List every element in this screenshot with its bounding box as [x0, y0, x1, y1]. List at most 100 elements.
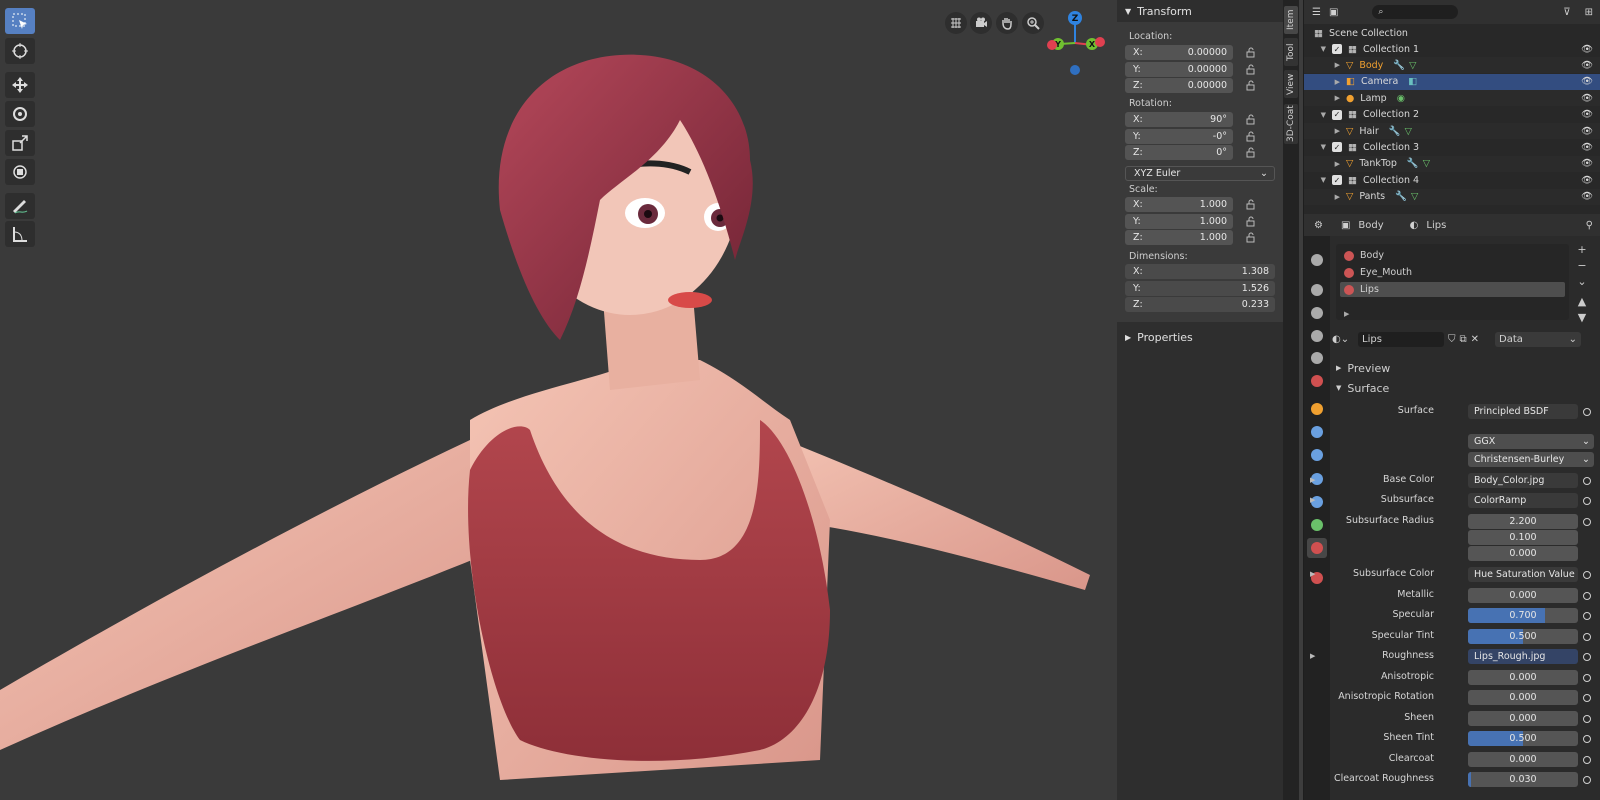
select-box-tool[interactable] [5, 8, 35, 34]
outliner-row[interactable]: ▶ ◧ Camera ◧ 👁 [1304, 73, 1600, 90]
particles-tab[interactable] [1307, 445, 1327, 465]
scale-field[interactable]: Z: 1.000 [1125, 230, 1233, 245]
mesh-data-icon[interactable]: ▽ [1409, 60, 1416, 71]
socket-icon[interactable] [1583, 735, 1591, 743]
transform-panel-header[interactable]: ▼ Transform [1117, 0, 1283, 22]
navigation-gizmo[interactable]: Z X Y [1040, 8, 1110, 78]
location-field[interactable]: Z: 0.00000 [1125, 78, 1233, 93]
material-slot-list[interactable]: Body Eye_Mouth Lips ▶ [1336, 244, 1569, 320]
outliner-row[interactable]: ▼ ✓ ▦ Collection 3 👁 [1304, 139, 1600, 155]
modifier-icon[interactable]: 🔧 [1407, 158, 1419, 169]
add-slot-button[interactable]: + [1575, 242, 1589, 258]
scene-tab[interactable] [1307, 348, 1327, 368]
dimensions-field[interactable]: X: 1.308 [1125, 264, 1275, 279]
tab-item[interactable]: Item [1284, 6, 1298, 34]
lock-icon[interactable] [1245, 64, 1256, 75]
outliner[interactable]: ☰ ▣ ⌕ ⊽ ⊞ ▦ Scene Collection ▼ ✓ ▦ Collectio… [1303, 0, 1600, 214]
checkbox-icon[interactable]: ✓ [1332, 44, 1342, 54]
view-layer-tab[interactable] [1307, 326, 1327, 346]
socket-icon[interactable] [1583, 633, 1591, 641]
fake-user-icon[interactable]: ⛉ [1448, 334, 1456, 345]
remove-slot-button[interactable]: − [1575, 258, 1589, 274]
rotation-mode-select[interactable]: XYZ Euler ⌄ [1125, 166, 1275, 181]
mesh-data-icon[interactable]: ▽ [1411, 191, 1418, 202]
eye-icon[interactable]: 👁 [1581, 126, 1593, 137]
expand-arrow-icon[interactable]: ▶ [1304, 61, 1340, 69]
move-slot-up-button[interactable]: ▲ [1575, 294, 1589, 310]
input-field[interactable]: Lips_Rough.jpg [1468, 649, 1578, 664]
input-field[interactable]: 0.000 [1468, 588, 1578, 603]
cursor-tool[interactable] [5, 38, 35, 64]
checkbox-icon[interactable]: ✓ [1332, 175, 1342, 186]
modifier-icon[interactable]: 🔧 [1389, 126, 1401, 137]
editor-type-icon[interactable]: ⚙ [1314, 220, 1323, 231]
camera-data-icon[interactable]: ◧ [1408, 76, 1417, 87]
rotation-field[interactable]: Y: -0° [1125, 128, 1233, 144]
expand-arrow-icon[interactable]: ▶ [1304, 127, 1340, 135]
input-field[interactable]: 0.000 [1468, 752, 1578, 767]
pin-icon[interactable]: ⚲ [1586, 220, 1593, 231]
socket-icon[interactable] [1583, 674, 1591, 682]
input-field[interactable]: 0.000 [1468, 711, 1578, 726]
modifier-icon[interactable]: 🔧 [1395, 191, 1407, 202]
move-tool[interactable] [5, 72, 35, 98]
subsurface-method-select[interactable]: Christensen-Burley ⌄ [1468, 452, 1594, 467]
socket-icon[interactable] [1583, 776, 1591, 784]
collapse-arrow-icon[interactable]: ▼ [1304, 176, 1326, 184]
display-mode-icon[interactable]: ☰ [1312, 7, 1321, 18]
expand-arrow-icon[interactable]: ▶ [1304, 160, 1340, 168]
expand-arrow-icon[interactable]: ▶ [1310, 570, 1315, 578]
preview-panel-header[interactable]: ▶ Preview [1330, 360, 1600, 376]
material-browse-icon[interactable]: ◐⌄ [1332, 334, 1354, 345]
collapse-arrow-icon[interactable]: ▼ [1304, 143, 1326, 151]
outliner-row[interactable]: ▼ ✓ ▦ Collection 1 👁 [1304, 41, 1600, 57]
lock-icon[interactable] [1245, 232, 1256, 243]
socket-icon[interactable] [1583, 518, 1591, 526]
input-field[interactable]: 0.000 [1468, 670, 1578, 685]
expand-arrow-icon[interactable]: ▶ [1304, 94, 1340, 102]
lock-icon[interactable] [1245, 80, 1256, 91]
checkbox-icon[interactable]: ✓ [1332, 109, 1342, 120]
input-field[interactable]: Body_Color.jpg [1468, 473, 1578, 488]
input-field[interactable]: 0.100 [1468, 530, 1578, 545]
data-tab[interactable] [1307, 515, 1327, 535]
socket-icon[interactable] [1583, 756, 1591, 764]
tab-3d-coat[interactable]: 3D-Coat [1284, 104, 1298, 144]
socket-icon[interactable] [1583, 715, 1591, 723]
eye-icon[interactable]: 👁 [1581, 109, 1593, 120]
lock-icon[interactable] [1245, 147, 1256, 158]
filter-view-icon[interactable]: ▣ [1329, 7, 1338, 18]
input-field[interactable]: 0.700 [1468, 608, 1578, 623]
light-data-icon[interactable]: ◉ [1397, 93, 1405, 104]
eye-icon[interactable]: 👁 [1581, 60, 1593, 71]
object-tab[interactable] [1307, 399, 1327, 419]
outliner-row[interactable]: ▼ ✓ ▦ Collection 4 👁 [1304, 172, 1600, 188]
tab-view[interactable]: View [1284, 70, 1298, 98]
input-field[interactable]: ColorRamp [1468, 493, 1578, 508]
socket-icon[interactable] [1583, 592, 1591, 600]
expand-arrow-icon[interactable]: ▶ [1304, 78, 1340, 86]
expand-arrow-icon[interactable]: ▶ [1304, 193, 1340, 201]
collapse-arrow-icon[interactable]: ▼ [1304, 45, 1326, 53]
measure-tool[interactable] [5, 221, 35, 247]
expand-arrow-icon[interactable]: ▶ [1344, 310, 1349, 318]
eye-icon[interactable]: 👁 [1581, 191, 1593, 202]
input-field[interactable]: 2.200 [1468, 514, 1578, 529]
socket-icon[interactable] [1583, 477, 1591, 485]
surface-panel-header[interactable]: ▼ Surface [1330, 380, 1600, 396]
breadcrumb-material[interactable]: Lips [1426, 220, 1446, 231]
material-slot-item[interactable]: Body [1340, 248, 1565, 263]
outliner-row[interactable]: ▶ ● Lamp ◉ 👁 [1304, 90, 1600, 107]
collapse-arrow-icon[interactable]: ▼ [1304, 111, 1326, 119]
lock-icon[interactable] [1245, 216, 1256, 227]
rotate-tool[interactable] [5, 101, 35, 127]
modifier-icon[interactable]: 🔧 [1393, 60, 1405, 71]
new-collection-icon[interactable]: ⊞ [1585, 7, 1593, 18]
socket-icon[interactable] [1583, 497, 1591, 505]
location-field[interactable]: X: 0.00000 [1125, 45, 1233, 60]
material-slot-item[interactable]: Eye_Mouth [1340, 265, 1565, 280]
eye-icon[interactable]: 👁 [1581, 175, 1593, 186]
socket-icon[interactable] [1583, 408, 1591, 416]
input-field[interactable]: 0.030 [1468, 772, 1578, 787]
lock-icon[interactable] [1245, 47, 1256, 58]
